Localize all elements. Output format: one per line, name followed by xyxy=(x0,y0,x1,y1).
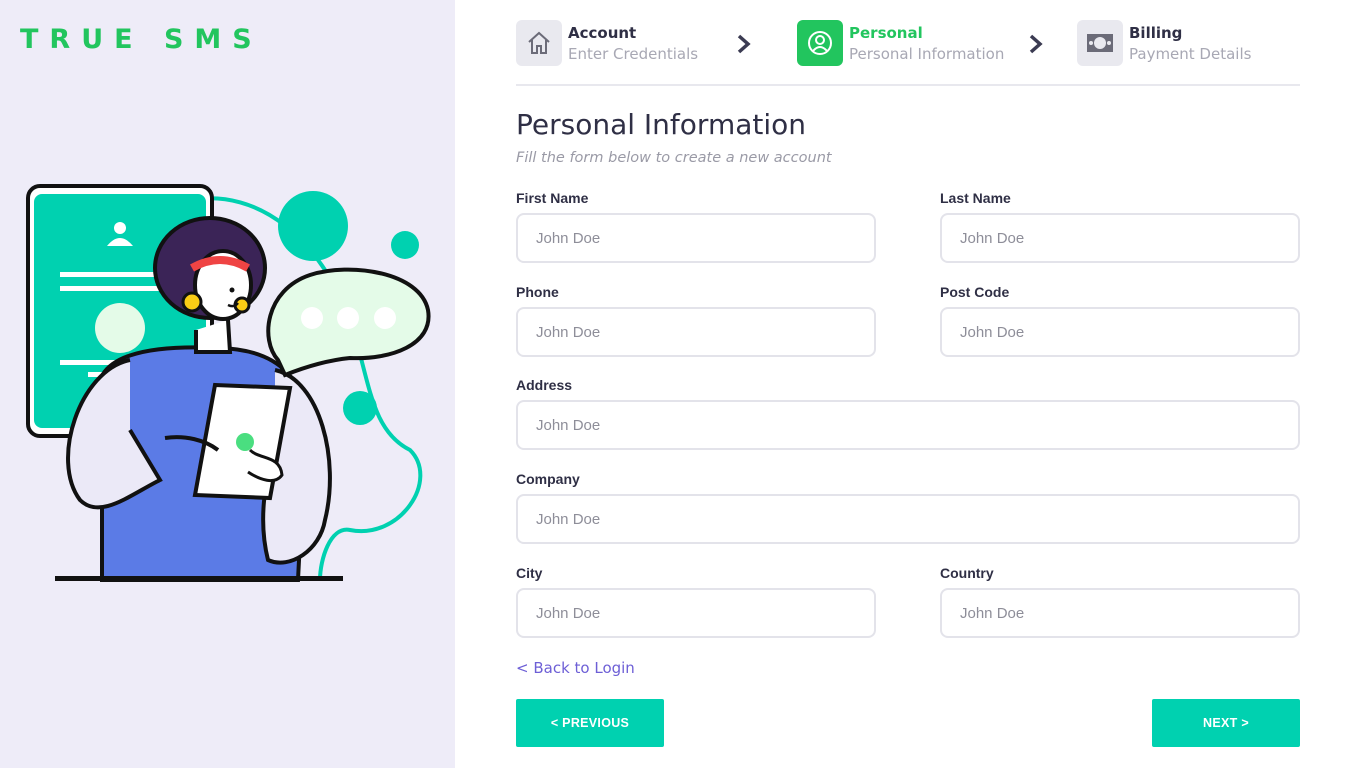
address-input[interactable] xyxy=(516,400,1300,450)
step-personal-title: Personal xyxy=(849,24,923,42)
step-account[interactable]: Account Enter Credentials xyxy=(516,20,698,66)
step-account-subtitle: Enter Credentials xyxy=(568,45,699,63)
banknote-icon xyxy=(1077,20,1123,66)
brand-logo: TRUE SMS xyxy=(20,24,263,55)
company-label: Company xyxy=(516,471,580,487)
left-panel: TRUE SMS xyxy=(0,0,455,768)
back-to-login-link[interactable]: < Back to Login xyxy=(516,659,635,677)
address-label: Address xyxy=(516,377,573,393)
post-code-label: Post Code xyxy=(940,284,1010,300)
country-input[interactable] xyxy=(940,588,1300,638)
page-title: Personal Information xyxy=(516,108,807,141)
phone-input[interactable] xyxy=(516,307,876,357)
stepper: Account Enter Credentials Personal Perso… xyxy=(516,0,1300,86)
user-circle-icon xyxy=(797,20,843,66)
post-code-input[interactable] xyxy=(940,307,1300,357)
city-input[interactable] xyxy=(516,588,876,638)
phone-label: Phone xyxy=(516,284,559,300)
first-name-input[interactable] xyxy=(516,213,876,263)
home-icon xyxy=(516,20,562,66)
next-button[interactable]: NEXT > xyxy=(1152,699,1300,747)
city-label: City xyxy=(516,565,543,581)
page-subtitle: Fill the form below to create a new acco… xyxy=(516,150,832,166)
step-personal[interactable]: Personal Personal Information xyxy=(797,20,1004,66)
step-billing-title: Billing xyxy=(1129,24,1183,42)
step-billing[interactable]: Billing Payment Details xyxy=(1077,20,1251,66)
country-label: Country xyxy=(940,565,994,581)
chevron-right-icon xyxy=(737,34,751,54)
last-name-input[interactable] xyxy=(940,213,1300,263)
last-name-label: Last Name xyxy=(940,190,1011,206)
step-account-title: Account xyxy=(568,24,637,42)
company-input[interactable] xyxy=(516,494,1300,544)
first-name-label: First Name xyxy=(516,190,589,206)
step-personal-subtitle: Personal Information xyxy=(849,45,1005,63)
chevron-right-icon xyxy=(1029,34,1043,54)
step-billing-subtitle: Payment Details xyxy=(1129,45,1252,63)
previous-button[interactable]: < PREVIOUS xyxy=(516,699,664,747)
woman-with-tablet-illustration xyxy=(26,184,431,582)
right-panel: Account Enter Credentials Personal Perso… xyxy=(455,0,1366,768)
